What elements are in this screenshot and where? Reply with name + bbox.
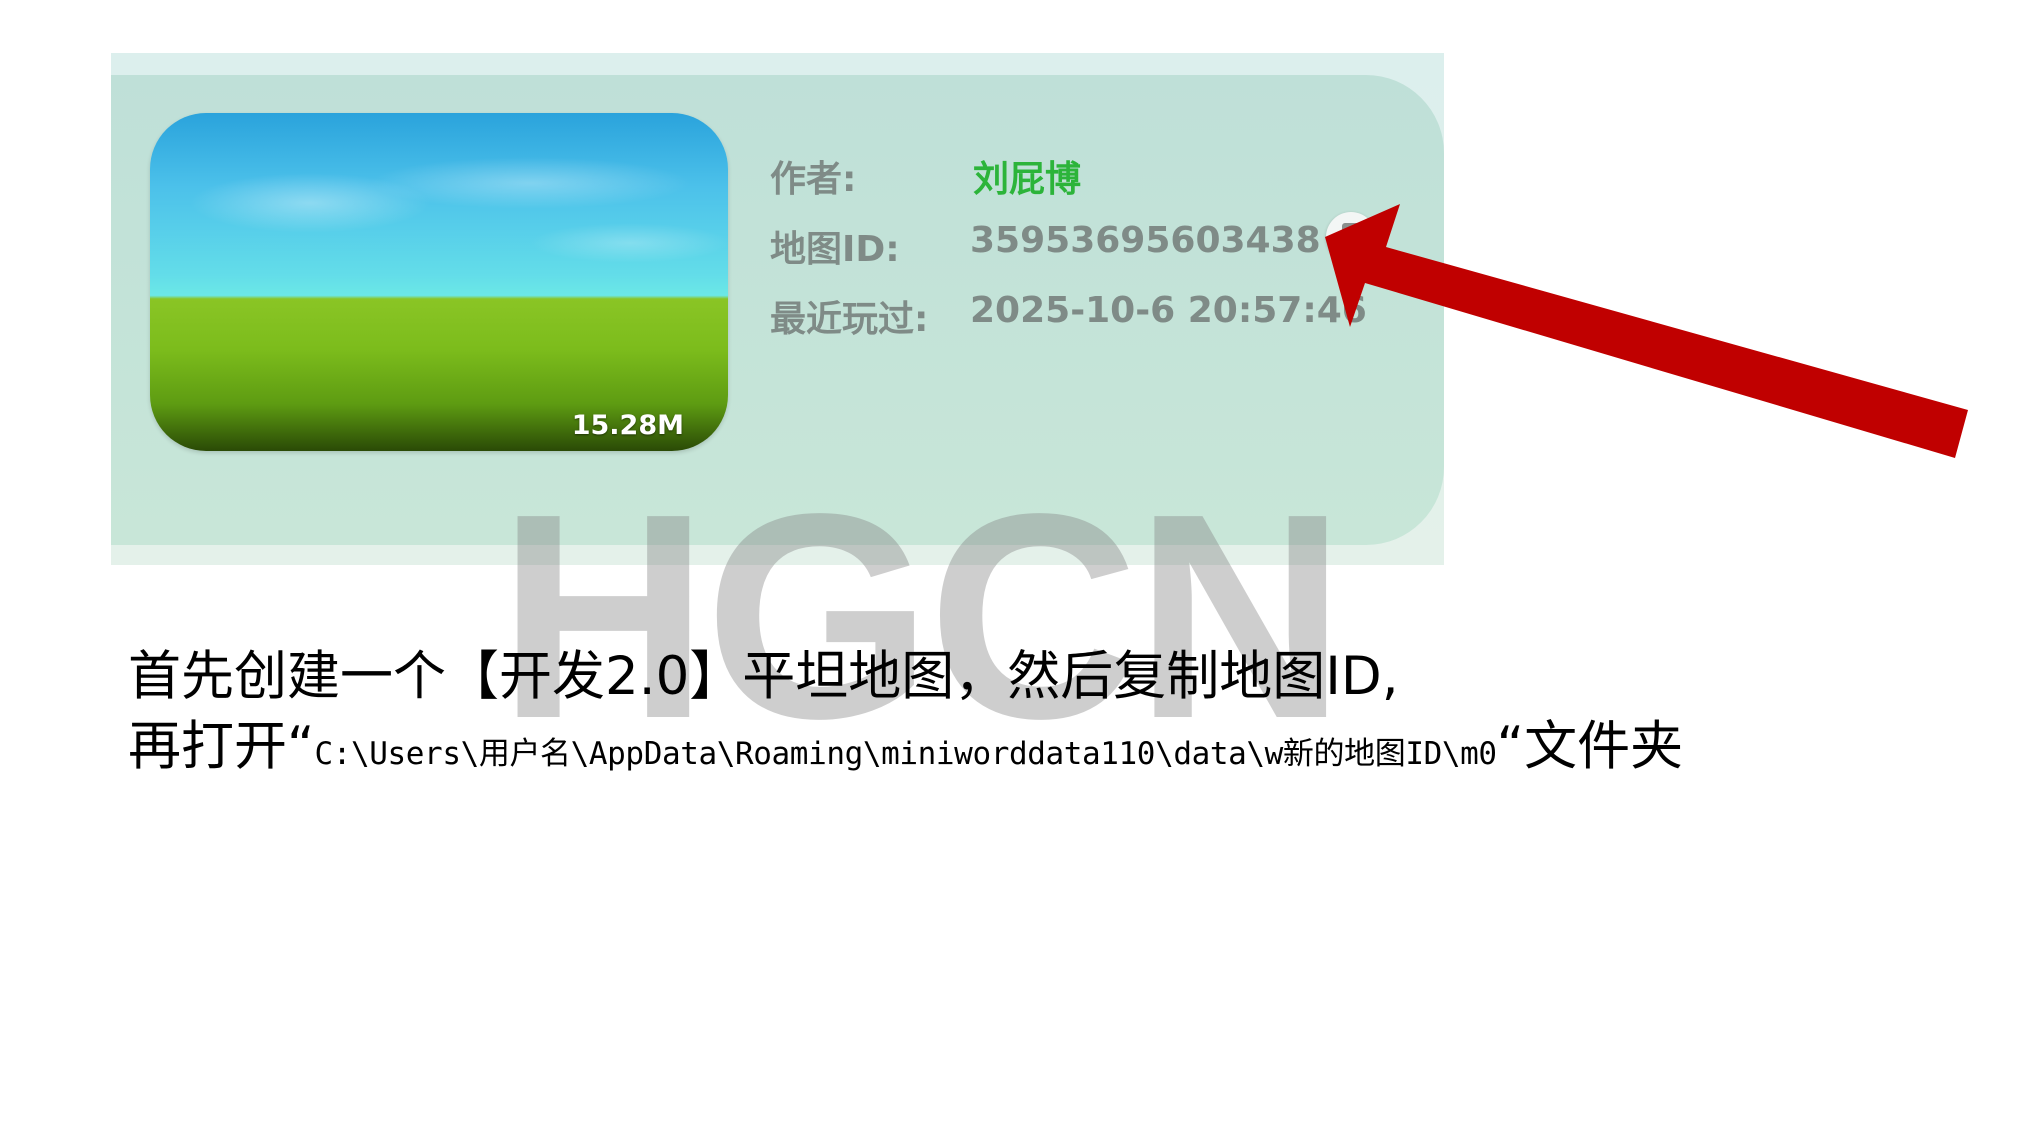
instruction-line-2-suffix: “文件夹 (1496, 716, 1684, 777)
instruction-line-2: 再打开“C:\Users\用户名\AppData\Roaming\miniwor… (128, 718, 1683, 783)
last-played-label: 最近玩过: (770, 299, 929, 340)
map-file-size: 15.28M (571, 410, 684, 441)
instruction-line-1: 首先创建一个【开发2.0】平坦地图，然后复制地图ID, (128, 646, 1399, 707)
map-id-value: 35953695603438 (970, 220, 1321, 261)
author-name: 刘屁博 (973, 159, 1082, 200)
copy-icon[interactable] (1326, 212, 1376, 262)
instruction-line-2-prefix: 再打开“ (128, 716, 315, 777)
copy-icon-sheet (1342, 223, 1360, 247)
author-label: 作者: (770, 159, 857, 200)
map-id-label: 地图ID: (770, 229, 900, 270)
folder-path: C:\Users\用户名\AppData\Roaming\miniworddat… (314, 736, 1497, 772)
map-thumbnail[interactable]: 15.28M (150, 113, 728, 451)
sky-clouds (150, 113, 728, 282)
last-played-value: 2025-10-6 20:57:46 (970, 290, 1367, 331)
